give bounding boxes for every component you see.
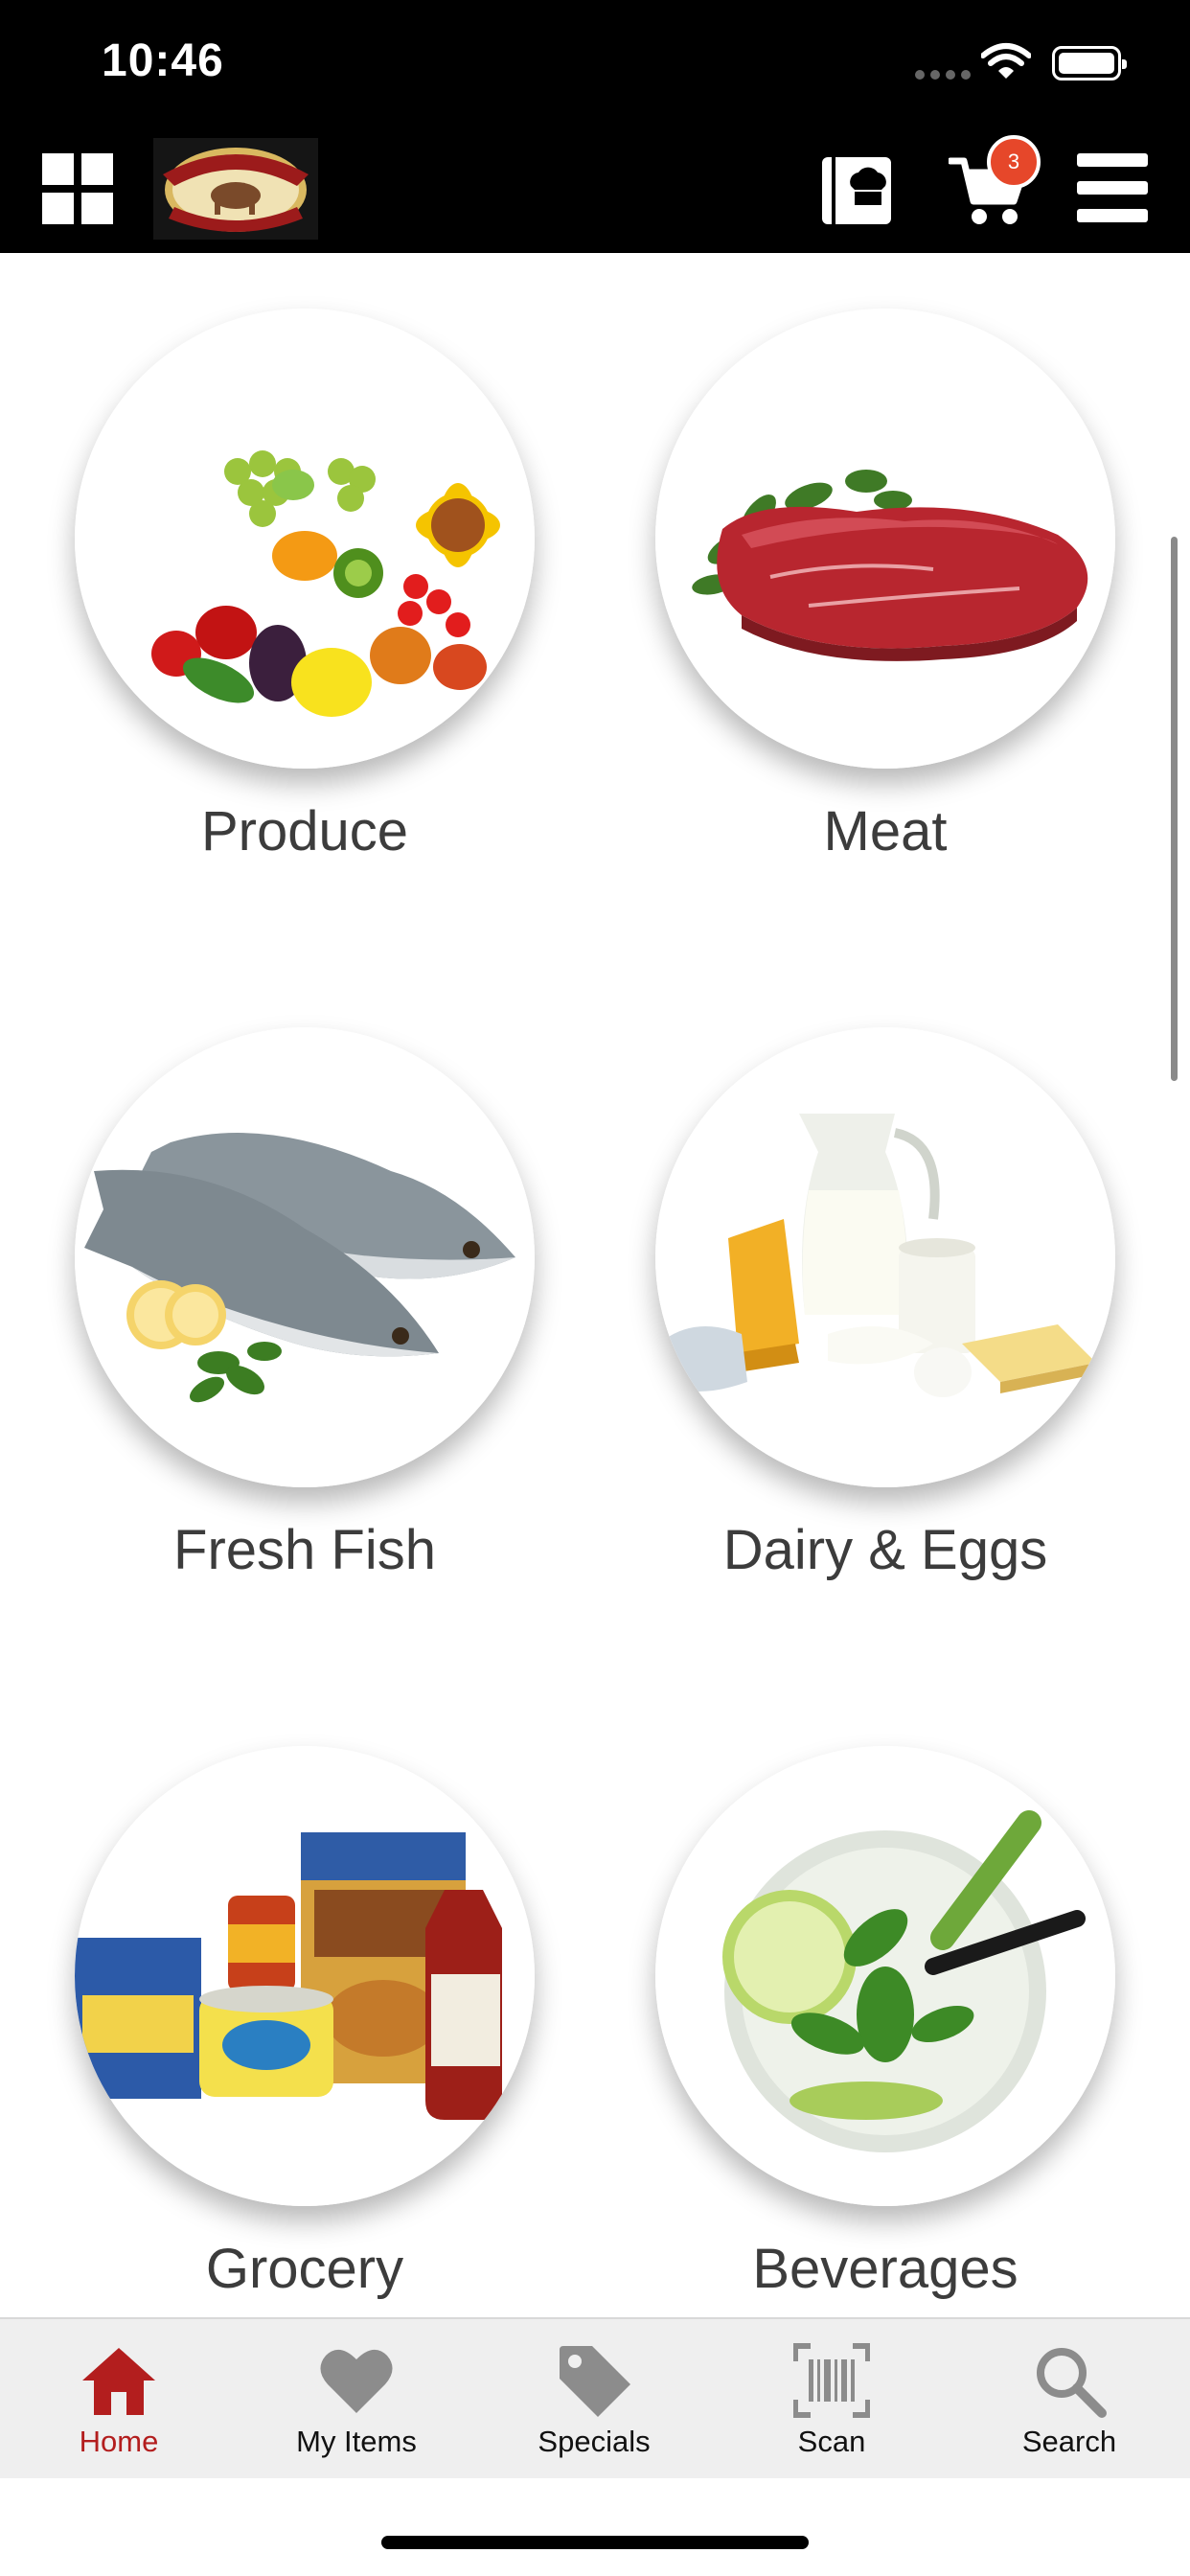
safe-area-bottom [0, 2478, 1190, 2576]
grocery-image[interactable] [75, 1746, 535, 2206]
top-header: 10:46 3 [0, 0, 1190, 253]
tab-label: Scan [797, 2425, 866, 2458]
tab-label: Specials [538, 2425, 651, 2458]
tab-home[interactable]: Home [0, 2319, 238, 2478]
dairy-eggs-image[interactable] [655, 1027, 1115, 1487]
meat-image[interactable] [655, 309, 1115, 769]
tab-label: Search [1021, 2425, 1117, 2458]
category-label: Meat [823, 800, 948, 862]
beverages-image[interactable] [655, 1746, 1115, 2206]
store-logo[interactable] [153, 138, 318, 240]
category-label: Beverages [752, 2238, 1018, 2300]
barcode-scan-icon [793, 2343, 870, 2418]
home-indicator[interactable] [381, 2536, 809, 2549]
home-icon [82, 2348, 155, 2415]
category-label: Grocery [205, 2238, 404, 2300]
grid-icon[interactable] [42, 153, 113, 224]
produce-image[interactable] [75, 309, 535, 769]
recipe-book-icon[interactable] [822, 153, 897, 226]
category-label: Produce [200, 800, 409, 862]
search-icon [1037, 2348, 1107, 2418]
category-grid[interactable]: Produce Meat Fresh Fish Dairy & Eggs Gro… [0, 253, 1190, 2317]
heart-icon [320, 2349, 393, 2413]
wifi-icon [981, 43, 1031, 79]
cart-count-badge: 3 [987, 135, 1041, 189]
tab-label: Home [79, 2425, 159, 2458]
hamburger-menu-icon[interactable] [1077, 153, 1148, 222]
category-label: Dairy & Eggs [722, 1519, 1048, 1581]
status-time: 10:46 [102, 35, 224, 86]
tab-my-items[interactable]: My Items [238, 2319, 475, 2478]
fresh-fish-image[interactable] [75, 1027, 535, 1487]
tab-scan[interactable]: Scan [713, 2319, 950, 2478]
tab-specials[interactable]: Specials [475, 2319, 713, 2478]
tab-label: My Items [296, 2425, 417, 2458]
tag-icon [560, 2346, 630, 2417]
battery-icon [1052, 46, 1127, 80]
category-label: Fresh Fish [173, 1519, 436, 1581]
vertical-scrollbar[interactable] [1171, 537, 1178, 1081]
tab-search[interactable]: Search [950, 2319, 1188, 2478]
cellular-signal-icon [915, 70, 971, 80]
bottom-tab-bar: Home My Items Specials Scan Search [0, 2317, 1190, 2478]
